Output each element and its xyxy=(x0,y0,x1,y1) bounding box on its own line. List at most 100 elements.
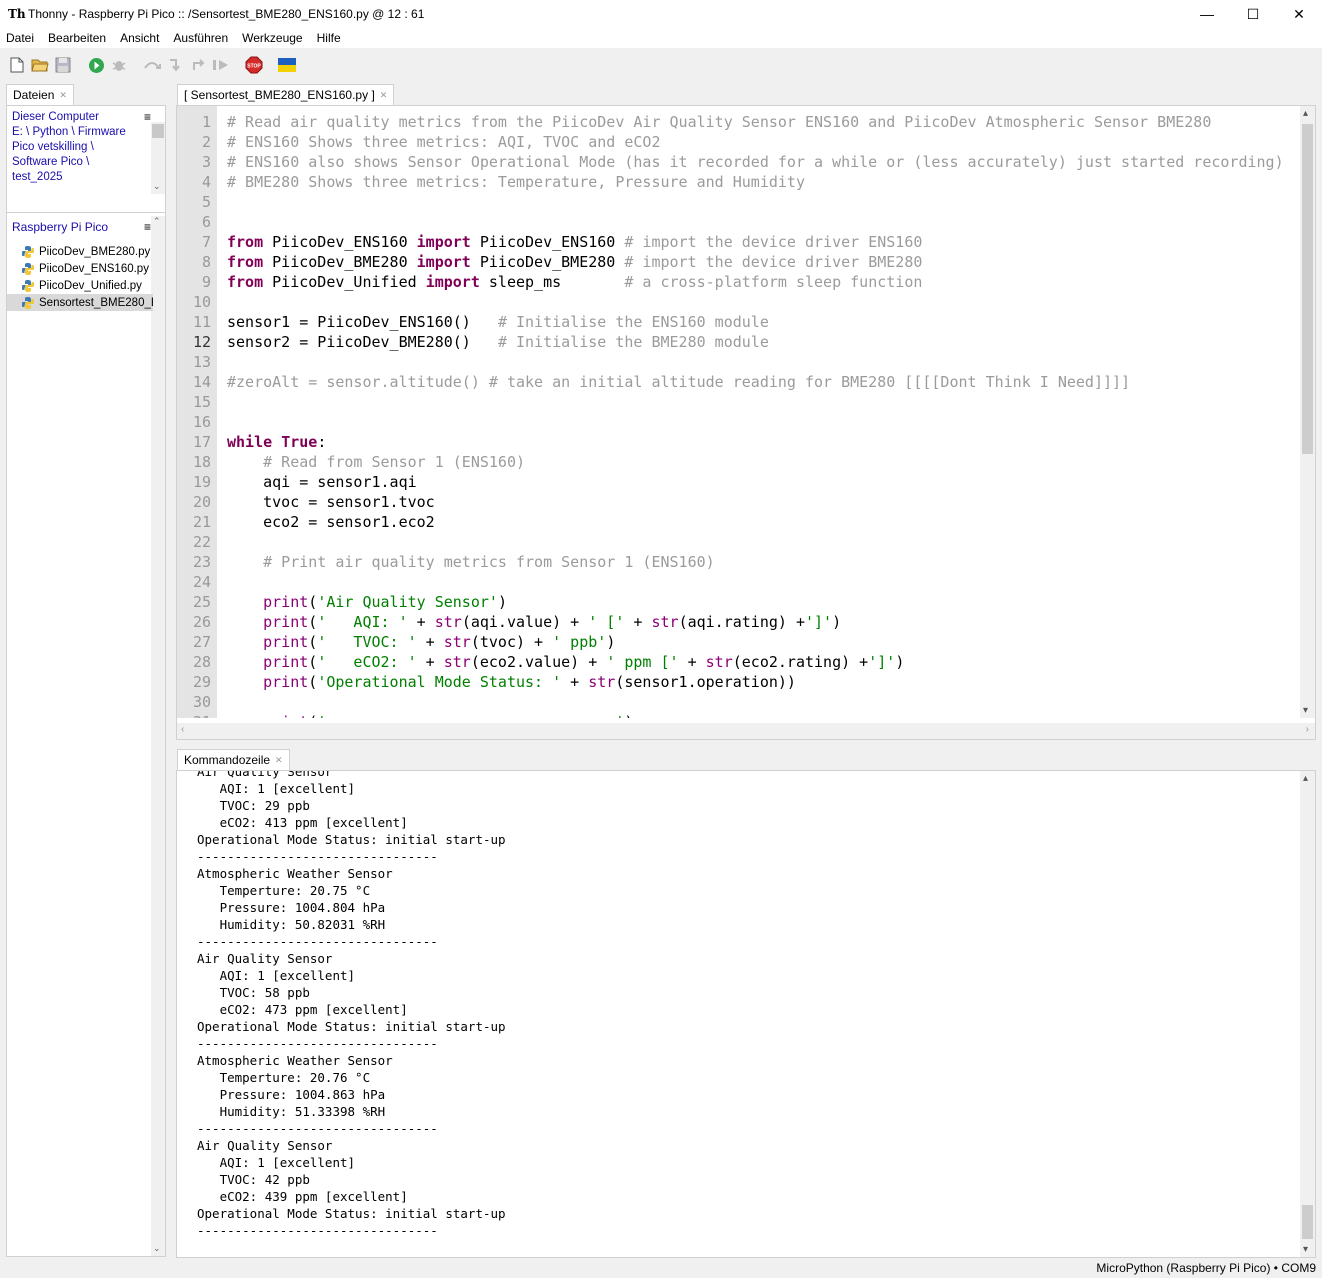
hamburger-menu-icon[interactable]: ≡ xyxy=(144,110,151,124)
chevron-left-icon[interactable]: ‹ xyxy=(181,724,184,735)
code-line: 3 # ENS160 also shows Sensor Operational … xyxy=(177,152,1301,172)
code-editor[interactable]: 1 # Read air quality metrics from the Pii… xyxy=(176,105,1316,740)
code-line: 2 # ENS160 Shows three metrics: AQI, TVOC… xyxy=(177,132,1301,152)
code-line: 12 sensor2 = PiicoDev_BME280() # Initiali… xyxy=(177,332,1301,352)
editor-horizontal-scrollbar[interactable]: ‹ › xyxy=(177,723,1315,739)
chevron-down-icon[interactable]: ▾ xyxy=(1303,1244,1308,1255)
close-icon[interactable]: ✕ xyxy=(59,90,67,101)
code-line: 28 print(' eCO2: ' + str(eco2.value) + '… xyxy=(177,652,1301,672)
menu-ansicht[interactable]: Ansicht xyxy=(120,31,159,45)
hamburger-menu-icon[interactable]: ≡ xyxy=(144,220,151,234)
code-token: # BME280 Shows three metrics: Temperatur… xyxy=(227,173,805,191)
editor-vertical-scrollbar[interactable]: ▴ ▾ xyxy=(1300,106,1315,718)
path-segment[interactable]: test_2025 xyxy=(12,170,148,185)
line-number: 11 xyxy=(192,313,211,331)
code-token: + xyxy=(416,633,444,651)
editor-tab[interactable]: [ Sensortest_BME280_ENS160.py ] ✕ xyxy=(177,84,395,105)
menu-bearbeiten[interactable]: Bearbeiten xyxy=(48,31,106,45)
path-segment[interactable]: Pico vetskilling \ xyxy=(12,140,148,155)
save-icon[interactable] xyxy=(54,56,72,74)
chevron-up-icon[interactable]: ▴ xyxy=(1303,773,1308,784)
open-file-icon[interactable] xyxy=(31,56,49,74)
python-file-icon xyxy=(22,262,34,275)
code-token: ( xyxy=(308,613,318,631)
close-icon[interactable]: ✕ xyxy=(275,755,283,766)
resume-icon[interactable] xyxy=(212,56,230,74)
code-line: 10 xyxy=(177,292,1301,312)
shell-scroll-thumb[interactable] xyxy=(1302,1205,1313,1239)
line-number: 14 xyxy=(192,373,211,391)
chevron-down-icon[interactable]: ⌄ xyxy=(153,181,161,192)
files-tab[interactable]: Dateien ✕ xyxy=(6,84,74,105)
device-title: Raspberry Pi Pico xyxy=(12,220,109,234)
code-line: 8 from PiicoDev_BME280 import PiicoDev_BM… xyxy=(177,252,1301,272)
interpreter-status[interactable]: MicroPython (Raspberry Pi Pico) • COM9 xyxy=(1096,1261,1316,1275)
device-files-scrollbar[interactable]: ⌃ ⌄ xyxy=(151,216,165,1256)
code-token: str xyxy=(434,613,462,631)
code-token: sensor2 = PiicoDev_BME280() xyxy=(227,333,498,351)
title-bar: Th Thonny - Raspberry Pi Pico :: /Sensor… xyxy=(0,0,1322,28)
minimize-button[interactable]: — xyxy=(1184,0,1230,28)
file-item[interactable]: PiicoDev_Unified.py xyxy=(7,277,153,294)
step-over-icon[interactable] xyxy=(143,56,161,74)
ukraine-flag-icon[interactable] xyxy=(278,56,296,74)
shell-output: Air Quality Sensor AQI: 1 [excellent] TV… xyxy=(197,771,506,1239)
chevron-down-icon[interactable]: ▾ xyxy=(1303,705,1308,716)
menu-werkzeuge[interactable]: Werkzeuge xyxy=(242,31,302,45)
code-line: 24 xyxy=(177,572,1301,592)
close-button[interactable]: ✕ xyxy=(1276,0,1322,28)
code-token: ( xyxy=(308,713,317,718)
shell-console[interactable]: Air Quality Sensor AQI: 1 [excellent] TV… xyxy=(176,770,1316,1258)
path-segment[interactable]: E: \ Python \ Firmware xyxy=(12,125,148,140)
editor-scroll-thumb[interactable] xyxy=(1302,124,1313,454)
code-line: 15 xyxy=(177,392,1301,412)
chevron-up-icon[interactable]: ⌃ xyxy=(153,216,161,227)
debug-icon[interactable] xyxy=(110,56,128,74)
chevron-right-icon[interactable]: › xyxy=(1306,724,1309,735)
code-token: ) xyxy=(624,713,633,718)
line-number: 12 xyxy=(192,333,211,351)
chevron-down-icon[interactable]: ⌄ xyxy=(153,1243,161,1254)
code-token: import xyxy=(425,273,480,291)
step-out-icon[interactable] xyxy=(189,56,207,74)
file-item[interactable]: PiicoDev_ENS160.py xyxy=(7,260,153,277)
menu-hilfe[interactable]: Hilfe xyxy=(317,31,341,45)
code-token: ) xyxy=(832,613,842,631)
close-icon[interactable]: ✕ xyxy=(380,90,388,101)
new-file-icon[interactable] xyxy=(8,56,26,74)
code-line: 21 eco2 = sensor1.eco2 xyxy=(177,512,1301,532)
code-token: PiicoDev_ENS160 xyxy=(263,233,417,251)
code-token: ']' xyxy=(805,613,833,631)
code-area[interactable]: 1 # Read air quality metrics from the Pii… xyxy=(177,112,1301,718)
line-number: 3 xyxy=(201,153,211,171)
run-icon[interactable] xyxy=(87,56,105,74)
menu-datei[interactable]: Datei xyxy=(6,31,34,45)
python-file-icon xyxy=(22,296,34,309)
line-number: 4 xyxy=(201,173,211,191)
path-this-computer[interactable]: Dieser Computer xyxy=(12,110,148,125)
chevron-up-icon[interactable]: ▴ xyxy=(1303,108,1308,119)
shell-tab[interactable]: Kommandozeile ✕ xyxy=(177,749,290,770)
stop-icon[interactable]: STOP xyxy=(245,56,263,74)
file-item[interactable]: Sensortest_BME280_ENS160.py xyxy=(7,294,153,311)
code-token: ' [' xyxy=(588,613,625,631)
maximize-button[interactable]: ☐ xyxy=(1230,0,1276,28)
shell-line: -------------------------------- xyxy=(197,1223,438,1238)
path-segment[interactable]: Software Pico \ xyxy=(12,155,148,170)
shell-vertical-scrollbar[interactable]: ▴ ▾ xyxy=(1300,771,1315,1257)
code-token: print xyxy=(263,613,309,631)
line-number: 1 xyxy=(201,113,211,131)
step-into-icon[interactable] xyxy=(166,56,184,74)
code-token: + xyxy=(678,653,706,671)
code-token: sensor1 = PiicoDev_ENS160() xyxy=(227,313,498,331)
status-bar: MicroPython (Raspberry Pi Pico) • COM9 xyxy=(0,1258,1322,1278)
local-path: Dieser Computer E: \ Python \ Firmware P… xyxy=(7,106,153,194)
menu-ausfuehren[interactable]: Ausführen xyxy=(173,31,228,45)
line-number: 13 xyxy=(192,353,211,371)
file-item[interactable]: PiicoDev_BME280.py xyxy=(7,243,153,260)
code-token: ' eCO2: ' xyxy=(317,653,417,671)
local-files-scrollbar[interactable]: ⌄ xyxy=(151,122,165,194)
code-token: print xyxy=(263,713,308,718)
code-token: sleep_ms xyxy=(479,273,625,291)
